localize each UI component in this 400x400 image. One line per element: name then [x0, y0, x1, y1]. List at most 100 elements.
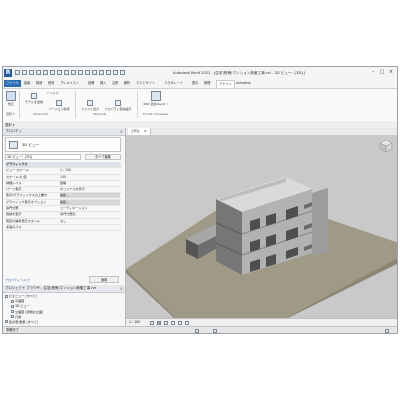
- tab-0[interactable]: ファイル: [4, 80, 21, 87]
- section-icon[interactable]: [92, 70, 97, 75]
- viewcube[interactable]: [379, 139, 393, 153]
- revit-window: R Autodesk Revit 2022 - [住宅(鉄骨)マンション新築工事…: [2, 66, 398, 334]
- measure-icon[interactable]: [57, 70, 62, 75]
- workset-icon[interactable]: [195, 329, 199, 333]
- tab-14[interactable]: Autodesk: [236, 80, 251, 87]
- panel-etransmit: eTransmit: [33, 112, 48, 116]
- minimize-button[interactable]: –: [369, 69, 377, 76]
- property-value[interactable]: なし: [60, 219, 120, 224]
- design-option-icon[interactable]: [213, 329, 217, 333]
- revit-convert-icon: [151, 91, 161, 101]
- property-value[interactable]: 1 : 100: [60, 168, 120, 173]
- properties-title: プロパティ: [5, 129, 22, 133]
- save-icon[interactable]: [22, 70, 27, 75]
- property-conversion-button[interactable]: プロパティ変換設定: [103, 100, 133, 111]
- property-name: 隠線を表示: [6, 212, 22, 217]
- browser-item-label: 立面図 (建物の立面): [15, 309, 44, 314]
- divider: [137, 91, 138, 118]
- close-icon[interactable]: ×: [120, 128, 123, 135]
- text-icon[interactable]: [78, 70, 83, 75]
- detail-level-icon[interactable]: [150, 321, 154, 325]
- tab-3[interactable]: 鉄骨: [48, 80, 54, 87]
- status-text: 準備完了: [6, 328, 19, 332]
- property-value[interactable]: 簡略: [60, 181, 120, 186]
- rkk-convert-button[interactable]: RKK 変換 Revit ⇒: [141, 91, 171, 106]
- divider: [75, 91, 76, 118]
- select-dropdown[interactable]: 選択 ▾: [5, 122, 14, 127]
- property-value[interactable]: 専門分野別: [60, 212, 120, 217]
- edit-type-button[interactable]: タイプ編集: [85, 154, 121, 160]
- 3d-view-icon[interactable]: [85, 70, 90, 75]
- version-info-button[interactable]: バージョン情報: [47, 100, 71, 111]
- window-title: Autodesk Revit 2022 - [住宅(鉄骨)マンション新築工事.r…: [173, 71, 305, 75]
- tab-13[interactable]: アドイン: [216, 80, 235, 88]
- property-value[interactable]: コーディネーション: [60, 206, 120, 211]
- crop-view-icon[interactable]: [178, 321, 182, 325]
- tab-5[interactable]: 設備: [88, 80, 94, 87]
- filter-icon[interactable]: [385, 329, 389, 333]
- open-icon[interactable]: [15, 70, 20, 75]
- sync-icon[interactable]: [29, 70, 34, 75]
- panel-select[interactable]: 選択 ▾: [6, 112, 14, 116]
- qat-dropdown-icon[interactable]: [120, 70, 125, 75]
- folder-icon: [11, 315, 14, 319]
- property-value[interactable]: 100: [60, 175, 120, 180]
- redo-icon[interactable]: [43, 70, 48, 75]
- tab-10[interactable]: コラボレート: [164, 80, 183, 87]
- property-value[interactable]: 編集...: [60, 193, 120, 199]
- property-name: グラフィック表示オプション: [6, 199, 47, 204]
- 3d-view-icon: [9, 141, 18, 149]
- thin-lines-icon[interactable]: [99, 70, 104, 75]
- browser-item-label: 平面図: [15, 299, 25, 304]
- tab-2[interactable]: 構造: [36, 80, 42, 87]
- tab-12[interactable]: 管理: [204, 80, 210, 87]
- maximize-button[interactable]: □: [378, 69, 386, 76]
- modify-button[interactable]: 修正: [5, 91, 17, 106]
- close-icon[interactable]: ×: [144, 129, 147, 133]
- modify-label: 修正: [7, 102, 14, 106]
- ribbon-tab-bar: ファイル 建築 構造 鉄骨 プレキャスト 設備 挿入 注釈 解析 マスとサイト コラボレート 表示 管理…: [3, 79, 397, 88]
- print-icon[interactable]: [50, 70, 55, 75]
- property-row[interactable]: 太陽のパス: [5, 225, 121, 232]
- undo-icon[interactable]: [36, 70, 41, 75]
- property-value[interactable]: 編集...: [60, 199, 120, 205]
- tab-9[interactable]: マスとサイト: [136, 80, 155, 87]
- properties-filter[interactable]: 3D ビュー: {3D}: [5, 154, 81, 160]
- send-model-button[interactable]: モデルを送信: [23, 93, 45, 104]
- temporary-hide-icon[interactable]: [185, 321, 189, 325]
- apply-button[interactable]: 適用: [89, 276, 119, 283]
- dimension-icon[interactable]: [64, 70, 69, 75]
- close-button[interactable]: ×: [387, 69, 395, 76]
- close-windows-icon[interactable]: [106, 70, 111, 75]
- version-info-label: バージョン情報: [48, 107, 70, 111]
- switch-windows-icon[interactable]: [113, 70, 118, 75]
- property-value[interactable]: オリジナルを表示: [60, 187, 120, 192]
- shadows-icon[interactable]: [171, 321, 175, 325]
- view-tab-3d[interactable]: {3D} ×: [128, 128, 151, 135]
- property-conversion-label: プロパティ変換設定: [104, 107, 132, 111]
- app-menu-button[interactable]: R: [4, 69, 12, 77]
- tab-8[interactable]: 解析: [124, 80, 130, 87]
- tab-4[interactable]: プレキャスト: [60, 80, 79, 87]
- view-scale[interactable]: 1 : 100: [129, 319, 140, 326]
- tab-6[interactable]: 挿入: [100, 80, 106, 87]
- 3d-viewport[interactable]: [126, 135, 397, 318]
- browser-item-label: [○] ビュー (すべて): [9, 294, 37, 298]
- tab-1[interactable]: 建築: [24, 80, 30, 87]
- properties-table: グラフィックス ビュー スケール 1 : 100 スケール の 値 100 詳細レベル 簡略…: [5, 162, 121, 232]
- browser-item-label: 凡例: [15, 314, 22, 319]
- type-selector[interactable]: 3D ビュー: [5, 137, 121, 152]
- property-name: 詳細レベル: [6, 180, 22, 185]
- properties-help-link[interactable]: プロパティ ヘルプ: [5, 278, 30, 282]
- close-icon[interactable]: ×: [120, 285, 123, 292]
- visual-style-icon[interactable]: [157, 321, 161, 325]
- sun-path-icon[interactable]: [164, 321, 168, 325]
- help-label: ヘルプ: [49, 91, 59, 95]
- help-button[interactable]: ? ヘルプ: [47, 91, 67, 95]
- property-conversion-icon: [115, 100, 121, 106]
- file-output-button[interactable]: ファイル出力: [79, 100, 101, 111]
- tab-11[interactable]: 表示: [192, 80, 198, 87]
- tab-7[interactable]: 注釈: [112, 80, 118, 87]
- tag-icon[interactable]: [71, 70, 76, 75]
- view-tab-label: {3D}: [131, 129, 140, 133]
